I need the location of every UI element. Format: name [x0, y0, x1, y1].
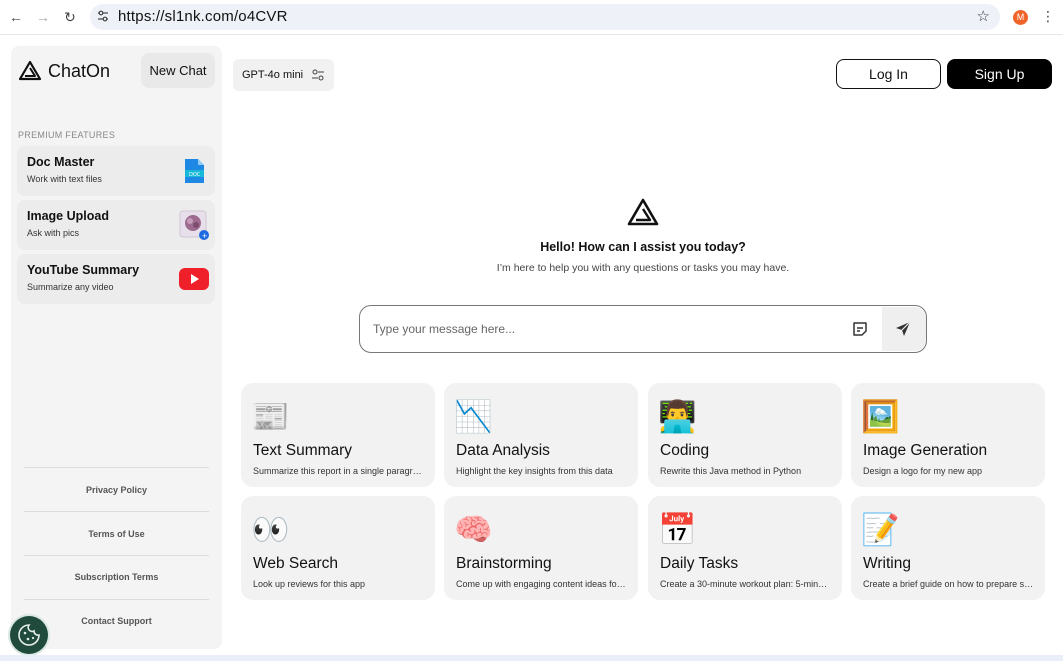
send-button[interactable]: [882, 307, 926, 351]
divider: [24, 599, 209, 600]
card-subtitle: Summarize this report in a single paragr…: [253, 466, 425, 476]
framed-picture-icon: 🖼️: [861, 399, 900, 434]
card-subtitle: Rewrite this Java method in Python: [660, 466, 802, 476]
card-title: Image Generation: [863, 442, 988, 459]
url-text: https://sl1nk.com/o4CVR: [118, 8, 288, 25]
svg-text:DOC: DOC: [189, 172, 201, 178]
calendar-icon: 📅: [658, 512, 697, 547]
back-arrow-icon[interactable]: ←: [7, 8, 25, 26]
message-input[interactable]: Type your message here...: [373, 322, 515, 336]
feature-title: Image Upload: [27, 209, 109, 223]
card-subtitle: Create a brief guide on how to prepare s…: [863, 579, 1035, 589]
subscription-terms-link[interactable]: Subscription Terms: [11, 572, 222, 582]
card-title: Writing: [863, 555, 911, 572]
youtube-icon: [179, 268, 209, 290]
site-settings-icon[interactable]: [96, 9, 110, 23]
signup-button[interactable]: Sign Up: [947, 59, 1052, 89]
login-button[interactable]: Log In: [836, 59, 941, 89]
eyes-icon: 👀: [251, 512, 290, 547]
card-subtitle: Come up with engaging content ideas for …: [456, 579, 628, 589]
feature-title: Doc Master: [27, 155, 95, 169]
new-chat-button[interactable]: New Chat: [141, 53, 215, 88]
model-name: GPT-4o mini: [242, 69, 304, 81]
suggestion-card-web-search[interactable]: 👀 Web Search Look up reviews for this ap…: [241, 496, 435, 600]
divider: [24, 511, 209, 512]
suggestion-card-data-analysis[interactable]: 📉 Data Analysis Highlight the key insigh…: [444, 383, 638, 487]
suggestion-card-image-generation[interactable]: 🖼️ Image Generation Design a logo for my…: [851, 383, 1045, 487]
feature-subtitle: Summarize any video: [27, 282, 114, 292]
suggestion-card-coding[interactable]: 👨‍💻 Coding Rewrite this Java method in P…: [648, 383, 842, 487]
terms-of-use-link[interactable]: Terms of Use: [11, 529, 222, 539]
card-subtitle: Look up reviews for this app: [253, 579, 366, 589]
newspaper-icon: 📰: [251, 399, 290, 434]
browser-menu-icon[interactable]: ⋮: [1041, 8, 1055, 25]
sidebar: ChatOn New Chat PREMIUM FEATURES Doc Mas…: [11, 46, 222, 649]
feature-youtube-summary[interactable]: YouTube Summary Summarize any video: [17, 254, 215, 304]
card-subtitle: Design a logo for my new app: [863, 466, 983, 476]
divider: [24, 555, 209, 556]
card-title: Daily Tasks: [660, 555, 739, 572]
browser-toolbar: ← → ↻ https://sl1nk.com/o4CVR ☆ M ⋮: [0, 0, 1063, 35]
brain-icon: 🧠: [454, 512, 493, 547]
profile-avatar[interactable]: M: [1013, 10, 1028, 25]
send-icon: [896, 321, 911, 336]
greeting-heading: Hello! How can I assist you today?: [540, 240, 746, 254]
card-subtitle: Create a 30-minute workout plan: 5-minut…: [660, 579, 832, 589]
privacy-policy-link[interactable]: Privacy Policy: [11, 485, 222, 495]
bookmark-star-icon[interactable]: ☆: [977, 7, 990, 25]
suggestion-card-daily-tasks[interactable]: 📅 Daily Tasks Create a 30-minute workout…: [648, 496, 842, 600]
svg-text:+: +: [202, 232, 208, 240]
cookie-icon: [18, 624, 40, 646]
card-title: Brainstorming: [456, 555, 552, 572]
brand-name: ChatOn: [48, 60, 111, 81]
settings-sliders-icon: [312, 69, 324, 81]
chaton-logo-icon: [18, 60, 42, 81]
brand[interactable]: ChatOn: [18, 59, 110, 83]
suggestion-card-text-summary[interactable]: 📰 Text Summary Summarize this report in …: [241, 383, 435, 487]
memo-icon: 📝: [861, 512, 900, 547]
message-input-box[interactable]: Type your message here...: [359, 305, 927, 353]
chart-decreasing-icon: 📉: [454, 399, 493, 434]
address-bar[interactable]: https://sl1nk.com/o4CVR ☆: [90, 4, 1000, 30]
card-title: Coding: [660, 442, 710, 459]
feature-subtitle: Ask with pics: [27, 228, 80, 238]
card-title: Text Summary: [253, 442, 353, 459]
card-title: Web Search: [253, 555, 339, 572]
technologist-icon: 👨‍💻: [658, 399, 697, 434]
feature-image-upload[interactable]: Image Upload Ask with pics +: [17, 200, 215, 250]
forward-arrow-icon[interactable]: →: [34, 8, 52, 26]
suggestion-card-brainstorming[interactable]: 🧠 Brainstorming Come up with engaging co…: [444, 496, 638, 600]
chaton-logo-icon: [627, 198, 659, 226]
attach-file-icon[interactable]: [851, 320, 869, 338]
reload-icon[interactable]: ↻: [61, 8, 79, 26]
image-upload-icon: +: [179, 210, 209, 240]
card-subtitle: Highlight the key insights from this dat…: [456, 466, 613, 476]
greeting-subtext: I’m here to help you with any questions …: [496, 262, 790, 274]
suggestion-card-writing[interactable]: 📝 Writing Create a brief guide on how to…: [851, 496, 1045, 600]
feature-subtitle: Work with text files: [27, 174, 102, 184]
premium-features-label: PREMIUM FEATURES: [18, 130, 116, 140]
model-selector[interactable]: GPT-4o mini: [233, 59, 334, 91]
cookie-settings-button[interactable]: [10, 616, 48, 654]
bottom-edge: [0, 655, 1063, 661]
doc-file-icon: DOC: [185, 159, 204, 183]
divider: [24, 467, 209, 468]
feature-title: YouTube Summary: [27, 263, 140, 277]
card-title: Data Analysis: [456, 442, 550, 459]
feature-doc-master[interactable]: Doc Master Work with text files DOC: [17, 146, 215, 196]
